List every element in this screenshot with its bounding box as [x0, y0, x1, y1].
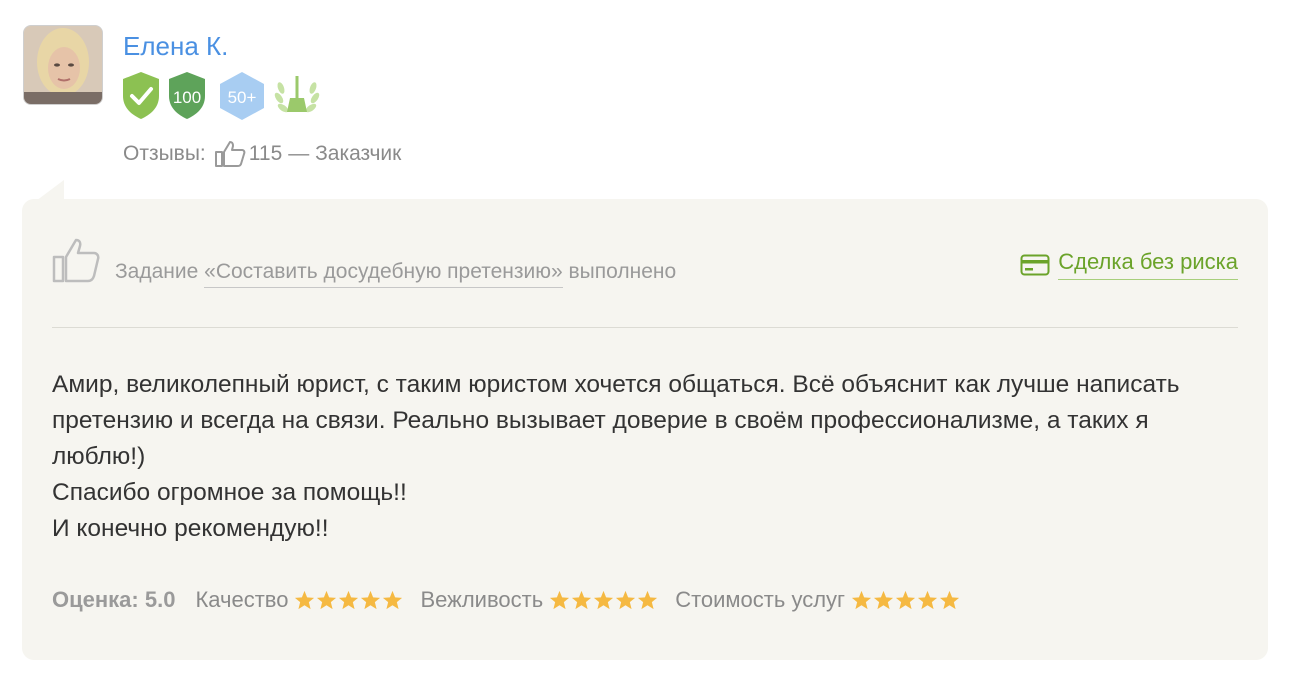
review-card: Задание «Составить досудебную претензию»…	[22, 199, 1268, 660]
star-icon	[383, 590, 403, 610]
verified-shield-icon[interactable]	[121, 70, 161, 120]
avatar[interactable]	[23, 25, 103, 105]
star-icon	[317, 590, 337, 610]
badge-100-text: 100	[173, 88, 201, 107]
task-status: выполнено	[568, 260, 677, 283]
star-icon	[339, 590, 359, 610]
star-rating	[294, 590, 404, 610]
rating-category-label: Вежливость	[420, 587, 544, 612]
thumbs-up-large-icon	[52, 238, 100, 283]
star-icon	[851, 590, 872, 610]
author-role: — Заказчик	[288, 142, 402, 165]
shield-100-icon[interactable]: 100	[167, 70, 207, 120]
review-paragraph: И конечно рекомендую!!	[52, 515, 329, 542]
divider	[52, 327, 1238, 328]
star-icon	[917, 590, 938, 610]
reviews-summary: Отзывы: 115 — Заказчик	[123, 140, 401, 168]
rating-category-label: Стоимость услуг	[675, 587, 846, 612]
star-icon	[594, 590, 614, 610]
star-icon	[638, 590, 658, 610]
star-icon	[873, 590, 894, 610]
safe-deal-link[interactable]: Сделка без риска	[1020, 249, 1238, 280]
star-icon	[895, 590, 916, 610]
badge-50-text: 50+	[228, 88, 257, 107]
card-tail	[36, 180, 64, 201]
reviews-label: Отзывы:	[123, 142, 206, 165]
task-title-link[interactable]: «Составить досудебную претензию»	[204, 260, 563, 288]
star-icon	[361, 590, 381, 610]
star-rating	[851, 590, 961, 610]
review-paragraph: Спасибо огромное за помощь!!	[52, 479, 407, 506]
star-icon	[550, 590, 570, 610]
author-name-link[interactable]: Елена К.	[123, 31, 228, 62]
rating-category-label: Качество	[195, 587, 289, 612]
hexagon-50-icon[interactable]: 50+	[217, 70, 267, 122]
star-rating	[549, 590, 659, 610]
star-icon	[939, 590, 960, 610]
star-icon	[295, 590, 315, 610]
reviews-count: 115	[248, 142, 283, 165]
star-icon	[572, 590, 592, 610]
thumbs-up-icon	[214, 141, 246, 167]
star-icon	[616, 590, 636, 610]
laurel-broom-icon[interactable]	[273, 70, 321, 120]
overall-rating: Оценка: 5.0	[52, 587, 176, 612]
task-line: Задание «Составить досудебную претензию»…	[115, 260, 677, 288]
ratings-row: Оценка: 5.0 Качество Вежливость Стоимост…	[52, 587, 977, 613]
task-prefix: Задание	[115, 260, 199, 283]
review-text: Амир, великолепный юрист, с таким юристо…	[52, 367, 1232, 547]
review-paragraph: Амир, великолепный юрист, с таким юристо…	[52, 371, 1180, 470]
safe-deal-label: Сделка без риска	[1058, 249, 1238, 280]
credit-card-icon	[1020, 254, 1050, 275]
